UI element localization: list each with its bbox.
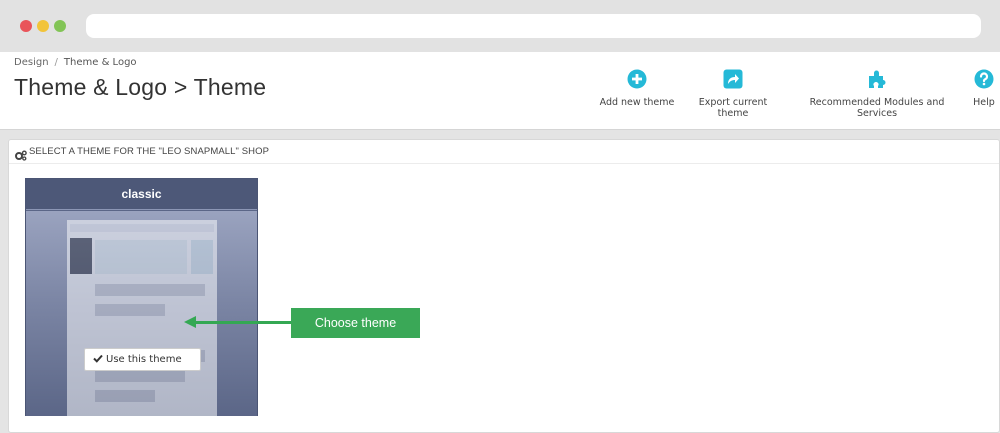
panel-heading-text: SELECT A THEME FOR THE "LEO SNAPMALL" SH…: [29, 146, 270, 157]
question-circle-icon: [969, 69, 999, 92]
help-label: Help: [973, 97, 995, 108]
browser-chrome: [0, 0, 1000, 52]
add-new-theme-button[interactable]: Add new theme: [598, 69, 676, 108]
page-header: Design / Theme & Logo Theme & Logo > Theme…: [0, 52, 1000, 130]
puzzle-icon: [790, 69, 964, 92]
theme-name: classic: [26, 179, 257, 210]
theme-selection-panel: SELECT A THEME FOR THE "LEO SNAPMALL" SH…: [8, 139, 1000, 433]
recommended-modules-label: Recommended Modules and Services: [809, 97, 945, 119]
plus-circle-icon: [598, 69, 676, 92]
recommended-modules-button[interactable]: Recommended Modules and Services: [790, 69, 964, 119]
page-title: Theme & Logo > Theme: [14, 74, 267, 100]
minimize-window-dot[interactable]: [37, 20, 49, 32]
cogs-icon: [15, 146, 27, 165]
breadcrumb-current: Theme & Logo: [63, 57, 137, 68]
annotation-arrow: [195, 321, 291, 324]
breadcrumb-design-link[interactable]: Design: [14, 57, 49, 68]
close-window-dot[interactable]: [20, 20, 32, 32]
share-icon: [682, 69, 784, 92]
check-icon: [93, 354, 103, 366]
add-new-theme-label: Add new theme: [599, 97, 675, 108]
use-this-theme-label: Use this theme: [106, 354, 182, 365]
panel-heading: SELECT A THEME FOR THE "LEO SNAPMALL" SH…: [9, 140, 999, 164]
theme-preview-image: Use this theme: [26, 211, 257, 416]
use-this-theme-button[interactable]: Use this theme: [84, 348, 201, 371]
choose-theme-callout: Choose theme: [291, 308, 420, 338]
export-current-theme-button[interactable]: Export current theme: [682, 69, 784, 119]
breadcrumb-separator: /: [54, 57, 58, 68]
theme-card-classic[interactable]: classic Use this theme: [25, 178, 258, 416]
help-button[interactable]: Help: [969, 69, 999, 108]
address-bar[interactable]: [86, 14, 981, 38]
maximize-window-dot[interactable]: [54, 20, 66, 32]
browser-window: Design / Theme & Logo Theme & Logo > Theme…: [0, 0, 1000, 433]
export-current-theme-label: Export current theme: [698, 97, 768, 119]
breadcrumb: Design / Theme & Logo: [14, 57, 137, 68]
